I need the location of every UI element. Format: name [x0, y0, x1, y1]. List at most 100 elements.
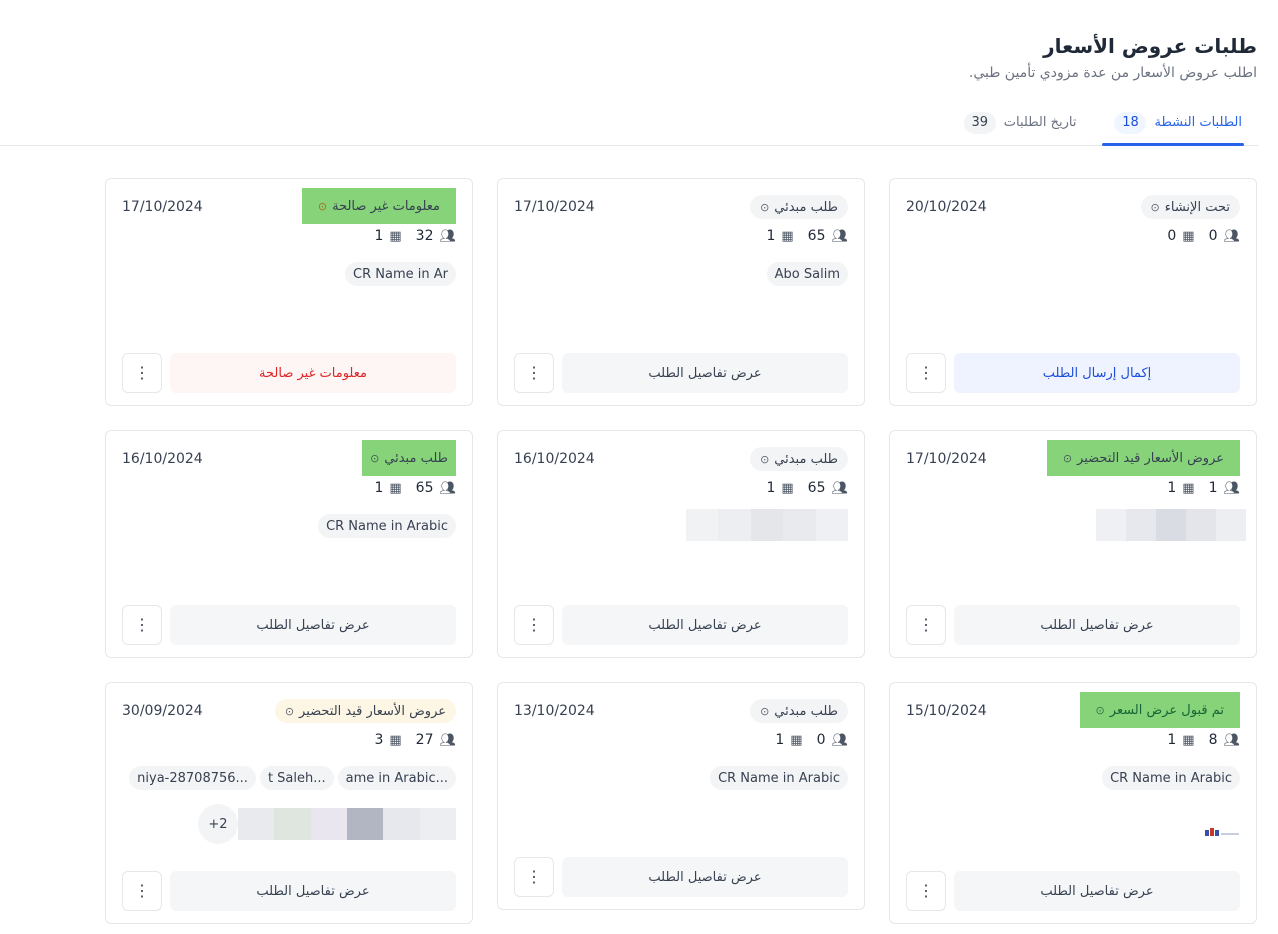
dots-vertical-icon[interactable]: ⋮	[514, 605, 554, 645]
tab-label: تاريخ الطلبات	[1003, 115, 1077, 130]
request-card: عروض الأسعار قيد التحضير ⊙ 30/09/2024 👥︎ 2…	[105, 682, 473, 924]
branches-count: 1	[766, 228, 776, 244]
request-card: طلب مبدئي ⊙ 16/10/2024 👥︎ 65 ▦ 1 عرض تفاصيل…	[497, 430, 865, 658]
building-icon: ▦	[1182, 732, 1195, 748]
branches-count: 1	[374, 480, 384, 496]
tab-count-badge: 18	[1114, 111, 1147, 134]
view-request-details-button[interactable]: عرض تفاصيل الطلب	[562, 605, 848, 645]
branches-count: 1	[766, 480, 776, 496]
clock-icon: ⊙	[760, 704, 770, 718]
branches-count: 1	[1167, 480, 1177, 496]
users-icon: 👥︎	[439, 480, 456, 496]
status-label: عروض الأسعار قيد التحضير	[299, 703, 446, 719]
view-request-details-button[interactable]: عرض تفاصيل الطلب	[562, 857, 848, 897]
view-request-details-button[interactable]: عرض تفاصيل الطلب	[562, 353, 848, 393]
branches-count: 1	[1167, 732, 1177, 748]
members-stat: 👥︎ 0	[1209, 228, 1240, 244]
dots-vertical-icon[interactable]: ⋮	[122, 353, 162, 393]
dots-vertical-icon[interactable]: ⋮	[906, 871, 946, 911]
users-icon: 👥︎	[831, 480, 848, 496]
clock-icon: ⊙	[760, 452, 770, 466]
company-chip: t Saleh...	[259, 766, 334, 790]
members-count: 32	[415, 228, 434, 244]
members-count: 1	[1208, 480, 1218, 496]
members-count: 0	[1208, 228, 1218, 244]
status-label: معلومات غير صالحة	[332, 198, 440, 214]
dots-vertical-icon[interactable]: ⋮	[906, 605, 946, 645]
company-chip: Abo Salim	[766, 262, 848, 286]
blurred-company-logos	[685, 509, 848, 541]
blurred-company-logos	[1096, 509, 1246, 541]
dots-vertical-icon[interactable]: ⋮	[514, 353, 554, 393]
view-request-details-button[interactable]: عرض تفاصيل الطلب	[954, 605, 1240, 645]
request-stats: 👥︎ 27 ▦ 3	[122, 731, 456, 749]
status-badge: معلومات غير صالحة ⊙	[301, 188, 456, 224]
tab-active-requests[interactable]: الطلبات النشطة 18	[1092, 100, 1258, 146]
members-count: 27	[415, 732, 434, 748]
view-request-details-button[interactable]: عرض تفاصيل الطلب	[170, 871, 456, 911]
building-icon: ▦	[1182, 228, 1195, 244]
view-request-details-button[interactable]: عرض تفاصيل الطلب	[170, 605, 456, 645]
request-date: 20/10/2024	[906, 199, 987, 215]
members-stat: 👥︎ 65	[808, 228, 848, 244]
request-stats: 👥︎ 32 ▦ 1	[122, 227, 456, 245]
status-badge: طلب مبدئي ⊙	[750, 699, 848, 723]
status-label: طلب مبدئي	[384, 450, 448, 466]
view-request-details-button[interactable]: عرض تفاصيل الطلب	[954, 871, 1240, 911]
members-count: 65	[415, 480, 434, 496]
company-chip: CR Name in Arabic	[710, 766, 848, 790]
status-badge: تم قبول عرض السعر ⊙	[1079, 692, 1240, 728]
building-icon: ▦	[1182, 480, 1195, 496]
status-badge: عروض الأسعار قيد التحضير ⊙	[1046, 440, 1240, 476]
request-date: 15/10/2024	[906, 703, 987, 719]
insurer-logos-row: +2	[122, 804, 456, 844]
members-stat: 👥︎ 65	[808, 480, 848, 496]
company-chip: CR Name in Arabic	[318, 514, 456, 538]
invalid-info-button[interactable]: معلومات غير صالحة	[170, 353, 456, 393]
request-stats: 👥︎ 65 ▦ 1	[122, 479, 456, 497]
page-subtitle: اطلب عروض الأسعار من عدة مزودي تأمين طبي…	[968, 65, 1257, 81]
status-label: طلب مبدئي	[774, 451, 838, 467]
members-stat: 👥︎ 32	[416, 228, 456, 244]
status-badge: طلب مبدئي ⊙	[362, 440, 456, 476]
request-card: طلب مبدئي ⊙ 13/10/2024 👥︎ 0 ▦ 1 CR Name in …	[497, 682, 865, 910]
dots-vertical-icon[interactable]: ⋮	[122, 605, 162, 645]
status-label: تحت الإنشاء	[1164, 199, 1230, 215]
company-chips: CR Name in Arabic	[514, 766, 848, 790]
branches-count: 1	[775, 732, 785, 748]
status-badge: عروض الأسعار قيد التحضير ⊙	[274, 699, 456, 723]
page-title: طلبات عروض الأسعار	[1043, 34, 1257, 58]
clock-icon: ⊙	[317, 199, 328, 213]
request-stats: 👥︎ 1 ▦ 1	[906, 479, 1240, 497]
members-count: 8	[1208, 732, 1218, 748]
dots-vertical-icon[interactable]: ⋮	[906, 353, 946, 393]
branches-stat: ▦ 1	[775, 732, 802, 748]
status-badge: تحت الإنشاء ⊙	[1140, 195, 1240, 219]
members-count: 0	[816, 732, 826, 748]
clock-icon: ⊙	[1150, 200, 1160, 214]
company-chip: ame in Arabic...	[337, 766, 456, 790]
users-icon: 👥︎	[1223, 228, 1240, 244]
branches-stat: ▦ 1	[1167, 732, 1194, 748]
branches-stat: ▦ 1	[1167, 480, 1194, 496]
request-card: معلومات غير صالحة ⊙ 17/10/2024 👥︎ 32 ▦ 1 CR…	[105, 178, 473, 406]
dots-vertical-icon[interactable]: ⋮	[122, 871, 162, 911]
request-stats: 👥︎ 8 ▦ 1	[906, 731, 1240, 749]
dots-vertical-icon[interactable]: ⋮	[514, 857, 554, 897]
clock-icon: ⊙	[370, 451, 380, 465]
members-count: 65	[807, 228, 826, 244]
more-insurers-badge[interactable]: +2	[198, 804, 238, 844]
branches-stat: ▦ 3	[374, 732, 401, 748]
building-icon: ▦	[781, 228, 794, 244]
tab-requests-history[interactable]: تاريخ الطلبات 39	[942, 100, 1093, 145]
members-stat: 👥︎ 27	[416, 732, 456, 748]
page-header: طلبات عروض الأسعار اطلب عروض الأسعار من …	[969, 32, 1257, 83]
request-stats: 👥︎ 0 ▦ 0	[906, 227, 1240, 245]
request-card: تم قبول عرض السعر ⊙ 15/10/2024 👥︎ 8 ▦ 1 CR …	[889, 682, 1257, 924]
insurer-logo	[1204, 826, 1240, 840]
complete-request-button[interactable]: إكمال إرسال الطلب	[954, 353, 1240, 393]
clock-icon: ⊙	[1095, 703, 1105, 717]
users-icon: 👥︎	[439, 228, 456, 244]
request-stats: 👥︎ 65 ▦ 1	[514, 479, 848, 497]
members-stat: 👥︎ 0	[817, 732, 848, 748]
